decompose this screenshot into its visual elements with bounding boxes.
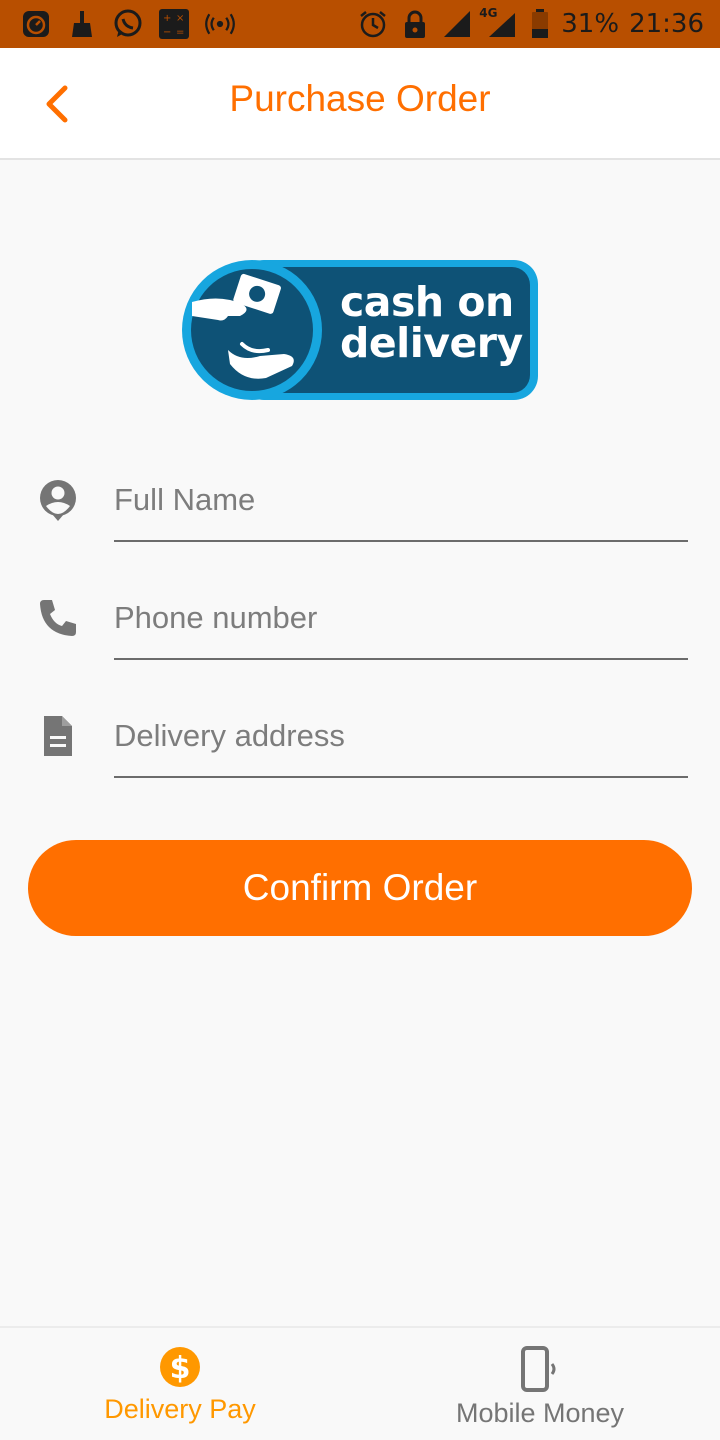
- svg-text:=: =: [176, 27, 184, 38]
- whatsapp-icon: [112, 8, 144, 40]
- svg-text:−: −: [163, 27, 171, 38]
- phone-number-field[interactable]: [114, 600, 688, 660]
- signal-icon: [441, 8, 473, 40]
- account-icon: [36, 478, 80, 522]
- nav-delivery-pay[interactable]: $ Delivery Pay: [0, 1328, 360, 1440]
- nav-mobile-money[interactable]: Mobile Money: [360, 1328, 720, 1440]
- confirm-order-button[interactable]: Confirm Order: [28, 840, 692, 936]
- network-type-label: 4G: [479, 6, 498, 20]
- delivery-address-row: [0, 704, 720, 804]
- svg-text:$: $: [170, 1351, 191, 1386]
- logo-line-1: cash on: [340, 278, 514, 326]
- bottom-nav: $ Delivery Pay Mobile Money: [0, 1326, 720, 1440]
- svg-text:+: +: [163, 13, 171, 24]
- full-name-field[interactable]: [114, 482, 688, 542]
- dollar-circle-icon: $: [160, 1347, 200, 1387]
- broom-icon: [66, 8, 98, 40]
- signal-4g-icon: 4G: [479, 6, 519, 40]
- speedometer-icon: [20, 8, 52, 40]
- page-title: Purchase Order: [229, 78, 491, 119]
- app-bar: Purchase Order: [0, 48, 720, 160]
- logo-line-2: delivery: [340, 319, 523, 367]
- nav-label-delivery-pay: Delivery Pay: [104, 1394, 256, 1424]
- phone-row: [0, 586, 720, 686]
- nav-label-mobile-money: Mobile Money: [455, 1398, 625, 1428]
- full-name-row: [0, 468, 720, 568]
- lock-icon: [399, 8, 431, 40]
- document-icon: [36, 714, 80, 758]
- battery-percent: 31%: [561, 9, 620, 39]
- cash-on-delivery-logo: cash on delivery: [180, 258, 540, 403]
- phone-vibrate-icon: [521, 1346, 556, 1392]
- alarm-icon: [357, 8, 389, 40]
- phone-icon: [36, 596, 80, 640]
- svg-text:×: ×: [176, 13, 184, 24]
- hotspot-icon: [204, 8, 236, 40]
- calculator-icon: + × − =: [158, 8, 190, 40]
- status-bar: + × − = 4G 31% 21:36: [0, 0, 720, 48]
- battery-icon: [529, 8, 551, 40]
- delivery-address-field[interactable]: [114, 718, 688, 778]
- clock: 21:36: [629, 9, 704, 39]
